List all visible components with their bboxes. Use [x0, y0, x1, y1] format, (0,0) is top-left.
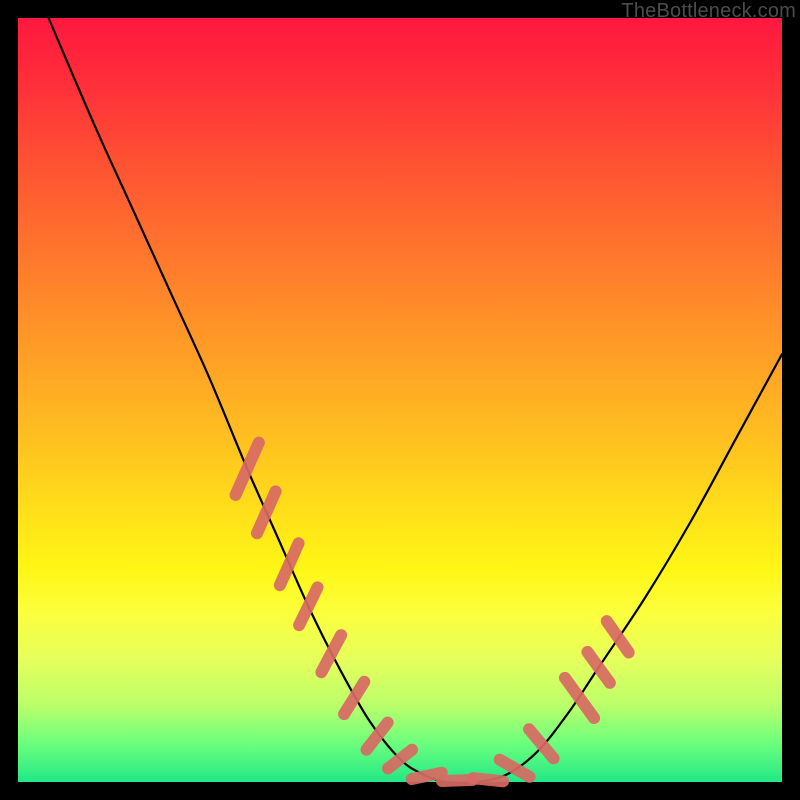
marker-dash [529, 729, 554, 758]
plot-area [18, 18, 782, 782]
highlight-markers [236, 443, 629, 782]
bottleneck-curve [49, 18, 782, 783]
marker-dash [473, 778, 503, 781]
marker-dash [367, 723, 388, 750]
curve-svg [18, 18, 782, 782]
chart-frame: TheBottleneck.com [0, 0, 800, 800]
watermark-text: TheBottleneck.com [621, 0, 796, 23]
